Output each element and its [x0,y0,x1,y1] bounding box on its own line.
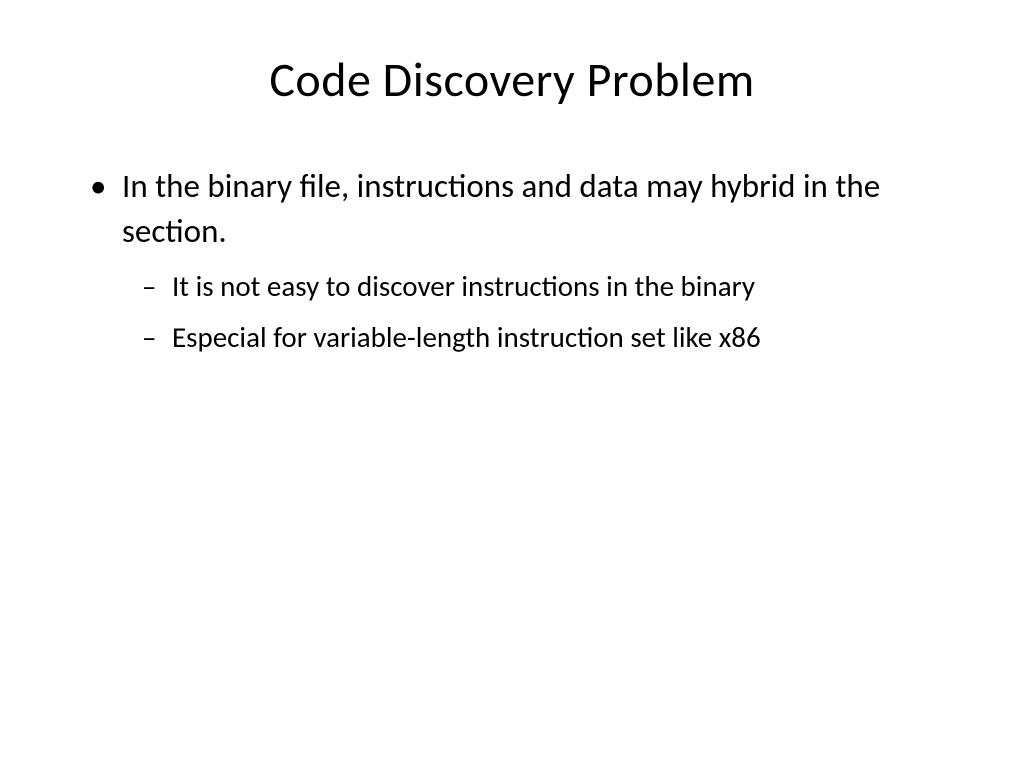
bullet-text: In the binary file, instructions and dat… [122,166,880,251]
bullet-list-level1: In the binary file, instructions and dat… [90,164,954,357]
list-item: It is not easy to discover instructions … [142,267,954,306]
bullet-text: Especial for variable-length instruction… [172,319,761,355]
slide-title: Code Discovery Problem [70,50,954,109]
bullet-text: It is not easy to discover instructions … [172,268,755,304]
slide-container: Code Discovery Problem In the binary fil… [0,0,1024,768]
list-item: In the binary file, instructions and dat… [90,164,954,357]
slide-content: In the binary file, instructions and dat… [70,164,954,357]
list-item: Especial for variable-length instruction… [142,318,954,357]
bullet-list-level2: It is not easy to discover instructions … [142,267,954,357]
